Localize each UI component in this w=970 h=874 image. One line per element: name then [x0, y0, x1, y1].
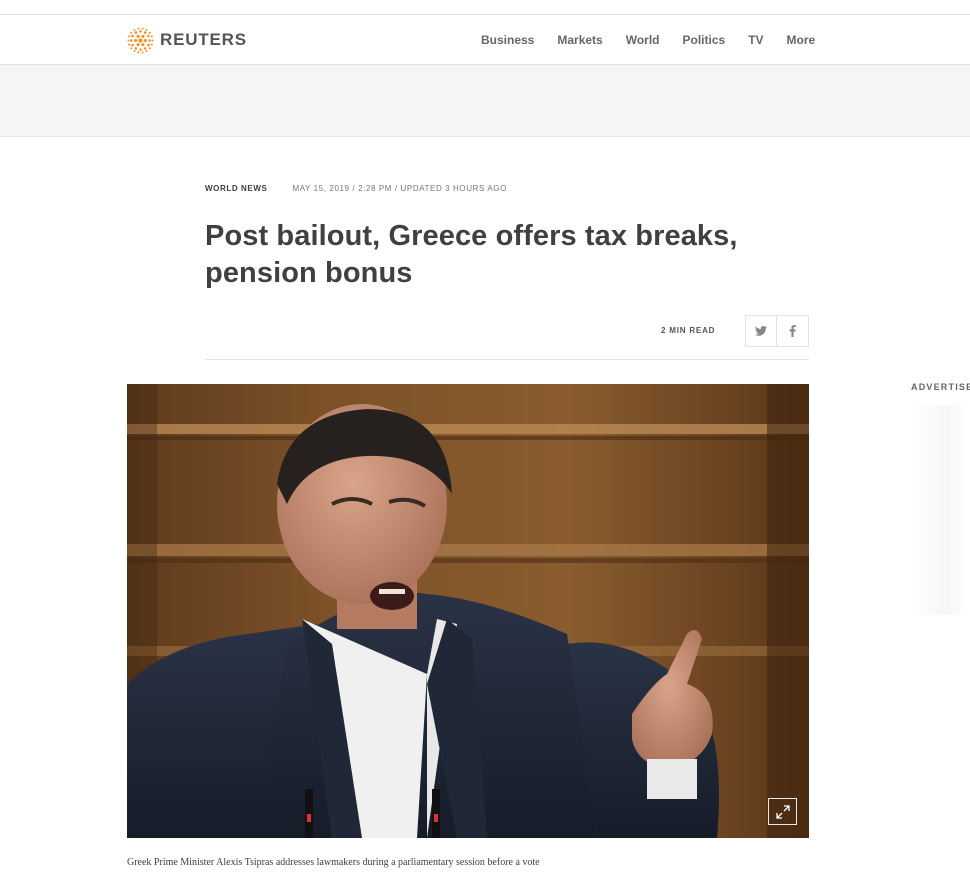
meta-divider	[205, 359, 809, 360]
share-facebook-button[interactable]	[777, 315, 809, 347]
nav-item-world[interactable]: World	[626, 33, 660, 47]
reuters-dots-logo-icon	[127, 27, 154, 53]
share-twitter-button[interactable]	[745, 315, 777, 347]
reuters-logo[interactable]: REUTERS	[127, 26, 247, 54]
nav-item-tv[interactable]: TV	[748, 33, 763, 47]
nav-item-politics[interactable]: Politics	[683, 33, 726, 47]
nav-item-more[interactable]: More	[787, 33, 816, 47]
advertisement-label: ADVERTISE	[911, 382, 970, 392]
article-photo[interactable]	[127, 384, 809, 838]
nav-item-markets[interactable]: Markets	[557, 33, 602, 47]
site-header: REUTERS Business Markets World Politics …	[0, 15, 970, 65]
share-buttons	[745, 315, 809, 347]
photo-illustration	[127, 384, 809, 838]
section-link[interactable]: World News	[205, 184, 267, 193]
sidebar-ad-slot	[912, 405, 970, 615]
photo-caption: Greek Prime Minister Alexis Tsipras addr…	[127, 857, 540, 868]
read-time: 2 MIN READ	[661, 326, 716, 335]
article-dateline: May 15, 2019 / 2:28 PM / Updated 3 hours…	[292, 184, 507, 193]
facebook-icon	[789, 325, 796, 337]
twitter-icon	[755, 326, 767, 336]
expand-icon	[775, 804, 790, 819]
brand-name: REUTERS	[160, 30, 247, 49]
main-nav: Business Markets World Politics TV More	[470, 15, 827, 64]
leaderboard-ad-slot	[0, 65, 970, 137]
nav-item-business[interactable]: Business	[481, 33, 534, 47]
expand-photo-button[interactable]	[768, 798, 797, 825]
article-meta: World News May 15, 2019 / 2:28 PM / Upda…	[205, 184, 507, 193]
article-headline: Post bailout, Greece offers tax breaks, …	[205, 220, 738, 289]
